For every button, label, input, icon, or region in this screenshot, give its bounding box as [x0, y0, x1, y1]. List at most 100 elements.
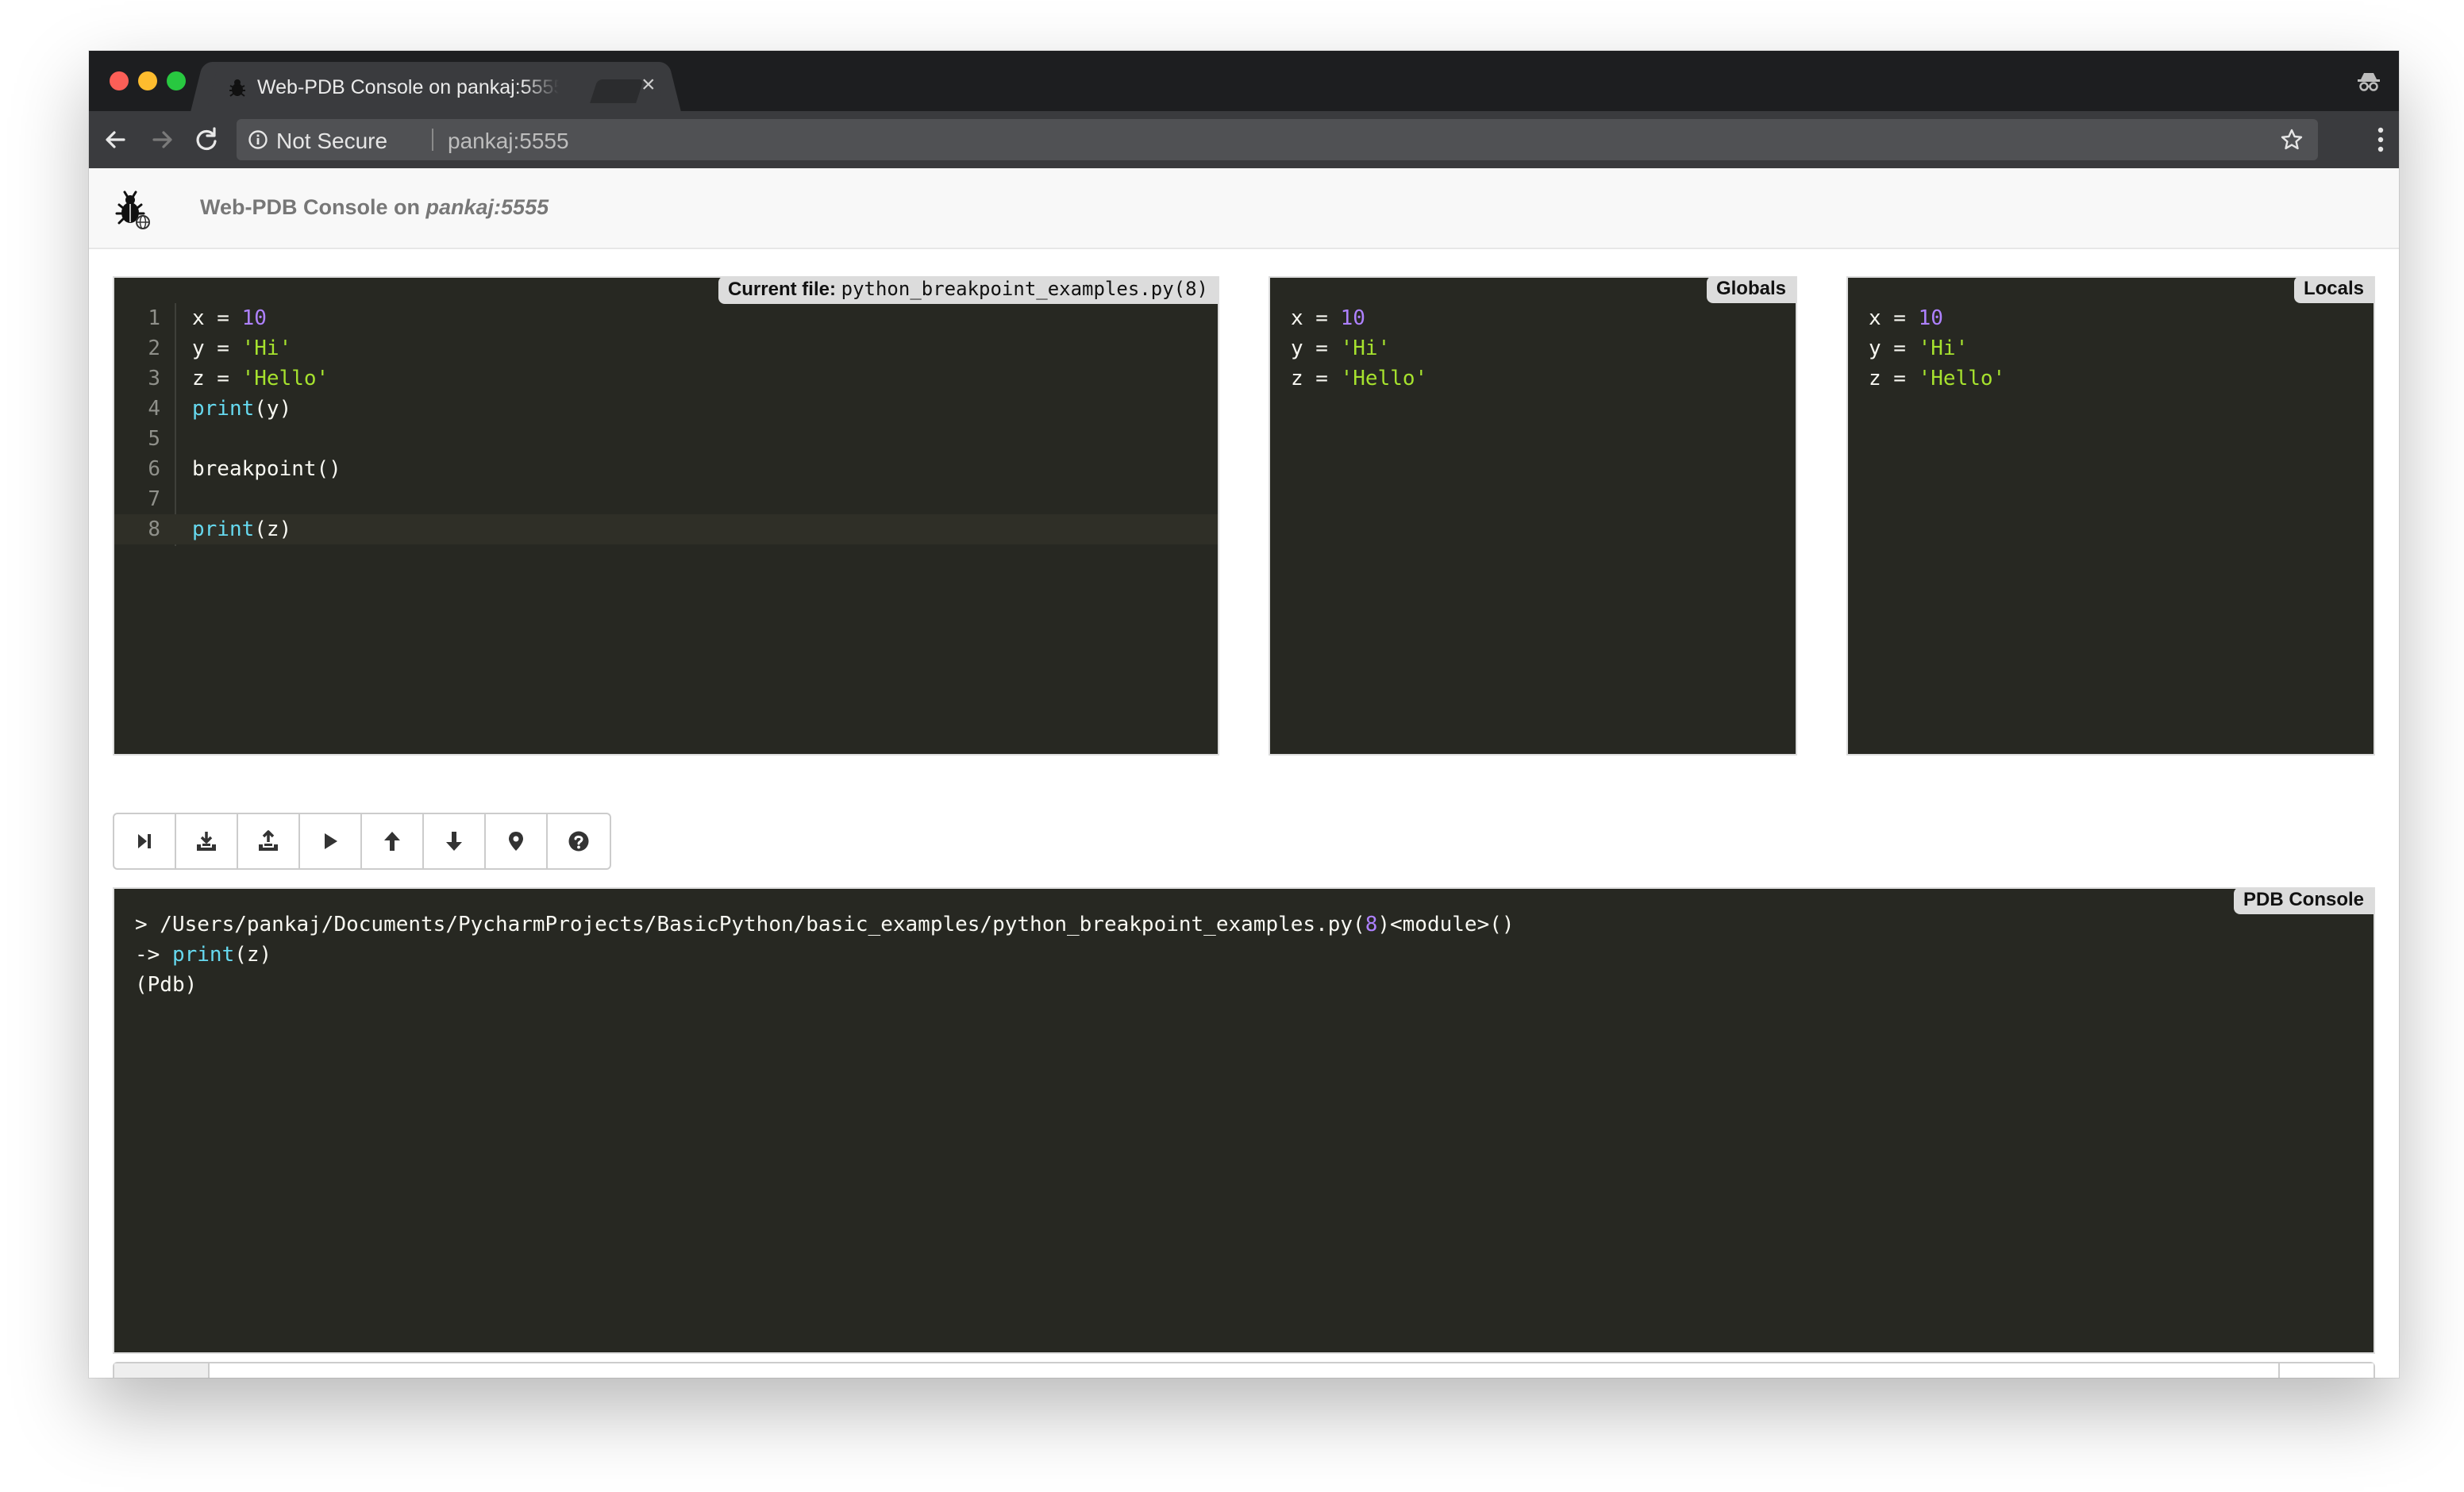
code-token: x =	[1291, 306, 1341, 330]
next-button[interactable]	[114, 814, 176, 868]
back-arrow-icon[interactable]	[100, 124, 132, 156]
console-line: > /Users/pankaj/Documents/PycharmProject…	[135, 909, 1515, 940]
step-over-icon	[138, 834, 151, 848]
code-token: 'Hi'	[241, 336, 292, 360]
window-close-button[interactable]	[110, 71, 129, 90]
code-line: 2 y = 'Hi'	[114, 333, 1218, 363]
line-number[interactable]: 6	[114, 454, 160, 484]
incognito-icon	[2358, 73, 2380, 91]
code-token: (z)	[234, 943, 272, 967]
question-icon	[568, 831, 589, 852]
variable-row: z = 'Hello'	[1291, 363, 1427, 394]
continue-button[interactable]	[300, 814, 362, 868]
pdb-prompt-label: (Pdb)	[114, 1363, 210, 1378]
info-icon[interactable]	[248, 129, 268, 150]
code-text: y = 'Hi'	[192, 333, 291, 363]
bug-logo-icon	[115, 190, 150, 229]
locals-label: Locals	[2293, 276, 2374, 303]
reload-icon[interactable]	[191, 124, 222, 156]
variable-row: z = 'Hello'	[1869, 363, 2005, 394]
where-button[interactable]	[486, 814, 548, 868]
code-line: 5	[114, 424, 1218, 454]
arrow-down-icon	[446, 832, 462, 851]
line-number[interactable]: 8	[114, 514, 160, 544]
new-tab-button[interactable]	[590, 79, 644, 103]
current-file-prefix: Current file:	[727, 279, 841, 300]
url-text[interactable]: pankaj:5555	[448, 129, 569, 154]
code-token: (z)	[254, 517, 292, 541]
step-button[interactable]	[176, 814, 238, 868]
code-token: 'Hello'	[1918, 367, 2006, 390]
play-icon	[325, 833, 337, 849]
browser-toolbar: Not Secure pankaj:5555	[89, 111, 2399, 169]
map-marker-icon	[509, 832, 523, 851]
down-button[interactable]	[424, 814, 486, 868]
code-token: 'Hello'	[1340, 367, 1428, 390]
bookmark-star-icon[interactable]	[2280, 128, 2304, 152]
return-button[interactable]	[238, 814, 300, 868]
address-separator	[432, 129, 433, 151]
line-number[interactable]: 3	[114, 363, 160, 394]
code-token: ->	[135, 943, 172, 967]
current-code-line: 8 print(z)	[114, 514, 1218, 544]
window-maximize-button[interactable]	[167, 71, 186, 90]
code-token: y =	[1869, 336, 1919, 360]
code-text: print(y)	[192, 394, 291, 424]
variable-row: y = 'Hi'	[1869, 333, 1968, 363]
send-button[interactable]: Send	[2278, 1363, 2374, 1378]
pdb-console-label: PDB Console	[2233, 887, 2374, 914]
tab-close-icon[interactable]: ×	[641, 71, 656, 98]
locals-panel[interactable]: Locals x = 10 y = 'Hi' z = 'Hello'	[1846, 276, 2375, 756]
console-line: (Pdb)	[135, 970, 197, 1000]
code-line: 6 breakpoint()	[114, 454, 1218, 484]
code-token: )<module>()	[1377, 913, 1515, 936]
code-token: z =	[1291, 367, 1341, 390]
code-text: z = 'Hello'	[192, 363, 329, 394]
app-title: Web-PDB Console on pankaj:5555	[200, 195, 549, 220]
forward-arrow-icon[interactable]	[146, 124, 178, 156]
code-line: 1 x = 10	[114, 303, 1218, 333]
code-text: breakpoint()	[192, 454, 341, 484]
globals-label: Globals	[1706, 276, 1796, 303]
variable-row: x = 10	[1291, 303, 1365, 333]
source-code-panel[interactable]: Current file: python_breakpoint_examples…	[113, 276, 1219, 756]
pdb-command-input[interactable]	[210, 1363, 2278, 1378]
code-token: 10	[241, 306, 267, 330]
code-token: breakpoint()	[192, 457, 341, 481]
up-button[interactable]	[362, 814, 424, 868]
pdb-console-panel[interactable]: PDB Console > /Users/pankaj/Documents/Py…	[113, 887, 2375, 1354]
code-token: y =	[192, 336, 242, 360]
arrow-up-icon	[384, 832, 400, 851]
line-number[interactable]: 7	[114, 484, 160, 514]
line-number[interactable]: 5	[114, 424, 160, 454]
code-text: x = 10	[192, 303, 267, 333]
code-token: y =	[1291, 336, 1341, 360]
variable-row: x = 10	[1869, 303, 1943, 333]
app-title-prefix: Web-PDB Console on	[200, 195, 426, 219]
code-token: x =	[192, 306, 242, 330]
code-token: print	[192, 517, 255, 541]
globals-panel[interactable]: Globals x = 10 y = 'Hi' z = 'Hello'	[1269, 276, 1797, 756]
code-token: 'Hi'	[1340, 336, 1391, 360]
console-line: -> print(z)	[135, 940, 271, 970]
address-bar[interactable]: Not Secure pankaj:5555	[237, 119, 2318, 160]
code-token: 'Hello'	[241, 367, 329, 390]
security-label[interactable]: Not Secure	[276, 129, 387, 154]
code-token: (y)	[254, 397, 292, 421]
command-input-group: (Pdb) Send	[113, 1362, 2375, 1378]
more-menu-icon[interactable]	[2377, 125, 2385, 154]
code-token: z =	[1869, 367, 1919, 390]
current-file-name: python_breakpoint_examples.py(8)	[841, 278, 1208, 300]
code-line: 4 print(y)	[114, 394, 1218, 424]
window-minimize-button[interactable]	[138, 71, 157, 90]
code-line: 3 z = 'Hello'	[114, 363, 1218, 394]
step-out-icon	[259, 830, 278, 851]
code-text: print(z)	[192, 514, 291, 544]
help-button[interactable]	[548, 814, 610, 868]
line-number[interactable]: 1	[114, 303, 160, 333]
line-number[interactable]: 2	[114, 333, 160, 363]
line-number[interactable]: 4	[114, 394, 160, 424]
code-token: print	[192, 397, 255, 421]
code-token: 'Hi'	[1918, 336, 1969, 360]
variable-row: y = 'Hi'	[1291, 333, 1390, 363]
